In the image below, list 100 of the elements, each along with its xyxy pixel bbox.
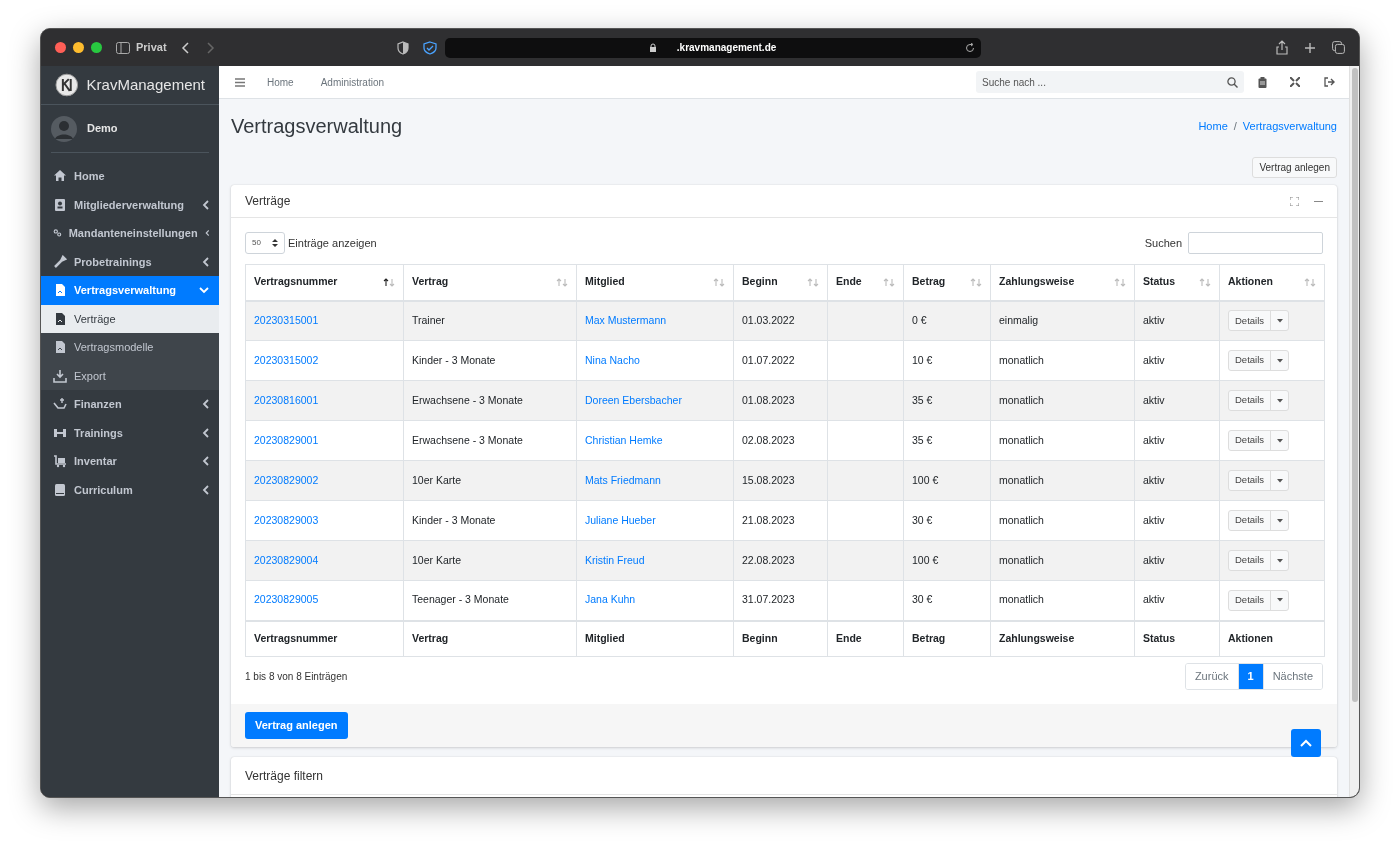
sidebar-item[interactable]: Home <box>41 162 219 191</box>
member-link[interactable]: Kristin Freud <box>585 553 645 566</box>
search-field[interactable]: Suche nach ... <box>976 71 1244 93</box>
column-footer: Vertragsnummer <box>254 631 338 644</box>
brand-name[interactable]: KravManagement <box>86 73 205 97</box>
table-cell: aktiv <box>1143 513 1165 526</box>
card-title: Verträge filtern <box>245 767 324 785</box>
column-footer: Status <box>1143 631 1176 644</box>
sidebar-item[interactable]: Mandanteneinstellungen <box>41 219 219 248</box>
sidebar-item[interactable]: Mitgliederverwaltung <box>41 190 219 219</box>
nav-link[interactable]: Administration <box>320 74 385 90</box>
table-cell: 31.07.2023 <box>742 593 795 606</box>
contract-number-link[interactable]: 20230829005 <box>254 593 319 606</box>
page-length-select[interactable]: 50 <box>245 232 285 254</box>
sort-caret-icon <box>272 239 278 247</box>
contract-number-link[interactable]: 20230829003 <box>254 513 319 526</box>
clipboard-icon <box>1258 76 1267 88</box>
table-cell: 10er Karte <box>412 553 462 566</box>
member-link[interactable]: Max Mustermann <box>585 313 667 326</box>
shield-icon <box>396 40 409 55</box>
sort-arrows-icon <box>1199 277 1211 287</box>
sidebar-toggle-icon <box>116 41 130 54</box>
chevron-left-icon <box>202 484 209 495</box>
sidebar-item[interactable]: Curriculum <box>41 475 219 504</box>
card-title: Verträge <box>245 193 291 210</box>
sidebar-subitem[interactable]: Export <box>41 361 219 390</box>
contract-number-link[interactable]: 20230829002 <box>254 473 319 486</box>
column-header[interactable]: Zahlungsweise <box>990 264 1135 301</box>
table-cell: monatlich <box>999 513 1044 526</box>
sidebar-item[interactable]: Probetrainings <box>41 247 219 276</box>
column-footer: Mitglied <box>585 631 625 644</box>
caret-down-icon <box>1276 518 1283 523</box>
table-cell: 35 € <box>912 433 933 446</box>
scroll-top-button[interactable] <box>1291 729 1321 757</box>
zoom-button[interactable] <box>91 42 102 53</box>
caret-down-icon <box>1276 598 1283 603</box>
pagination-button[interactable]: 1 <box>1237 664 1263 689</box>
member-link[interactable]: Juliane Hueber <box>585 513 656 526</box>
sidebar-item[interactable]: Inventar <box>41 447 219 476</box>
column-header[interactable]: Ende <box>827 264 904 301</box>
table-search-field[interactable] <box>1188 232 1323 254</box>
nav-link[interactable]: Home <box>267 74 294 90</box>
contract-number-link[interactable]: 20230315001 <box>254 313 319 326</box>
table-cell: aktiv <box>1143 433 1165 446</box>
create-contract-button[interactable]: Vertrag anlegen <box>245 712 348 739</box>
contract-number-link[interactable]: 20230315002 <box>254 353 319 366</box>
sort-arrows-icon <box>556 277 568 287</box>
scrollbar[interactable] <box>1349 66 1359 797</box>
user-name[interactable]: Demo <box>87 120 118 137</box>
column-header[interactable]: Beginn <box>733 264 828 301</box>
pagination-button[interactable]: Nächste <box>1262 664 1322 689</box>
page-title: Vertragsverwaltung <box>231 114 403 139</box>
sidebar-subitem[interactable]: Verträge <box>41 304 219 333</box>
create-contract-button[interactable]: Vertrag anlegen <box>1252 157 1337 178</box>
minimize-button[interactable] <box>73 42 84 53</box>
column-header[interactable]: Mitglied <box>576 264 734 301</box>
column-header[interactable]: Aktionen <box>1219 264 1325 301</box>
table-cell: monatlich <box>999 553 1044 566</box>
contract-number-link[interactable]: 20230816001 <box>254 393 319 406</box>
table-cell: monatlich <box>999 353 1044 366</box>
sidebar-subitem[interactable]: Vertragsmodelle <box>41 333 219 362</box>
table-cell: 30 € <box>912 513 933 526</box>
table-cell: aktiv <box>1143 553 1165 566</box>
member-link[interactable]: Nina Nacho <box>585 353 640 366</box>
sort-arrows-icon <box>1304 277 1316 287</box>
sort-arrows-icon <box>970 277 982 287</box>
close-button[interactable] <box>55 42 66 53</box>
table-cell: Teenager - 3 Monate <box>412 593 509 606</box>
table-cell: Erwachsene - 3 Monate <box>412 393 523 406</box>
member-link[interactable]: Doreen Ebersbacher <box>585 393 682 406</box>
sidebar-item[interactable]: Trainings <box>41 418 219 447</box>
contract-number-link[interactable]: 20230829001 <box>254 433 319 446</box>
sidebar-item[interactable]: Finanzen <box>41 390 219 419</box>
sort-arrows-icon <box>383 277 395 287</box>
search-icon <box>1227 76 1238 88</box>
home-icon <box>53 169 67 184</box>
column-header[interactable]: Status <box>1134 264 1220 301</box>
chevron-left-icon <box>202 456 209 467</box>
member-link[interactable]: Christian Hemke <box>585 433 663 446</box>
table-cell: 01.03.2022 <box>742 313 795 326</box>
table-cell: 02.08.2023 <box>742 433 795 446</box>
file-icon <box>53 340 67 355</box>
column-footer: Ende <box>836 631 862 644</box>
caret-down-icon <box>1276 478 1283 483</box>
column-header[interactable]: Vertragsnummer <box>245 264 404 301</box>
column-footer: Beginn <box>742 631 778 644</box>
table-cell: 100 € <box>912 473 939 486</box>
column-header[interactable]: Vertrag <box>403 264 577 301</box>
sidebar-item[interactable]: Vertragsverwaltung <box>41 276 219 305</box>
member-link[interactable]: Mats Friedmann <box>585 473 661 486</box>
file-icon <box>53 311 67 326</box>
contract-number-link[interactable]: 20230829004 <box>254 553 319 566</box>
column-header[interactable]: Betrag <box>903 264 991 301</box>
breadcrumb-link[interactable]: Vertragsverwaltung <box>1242 117 1337 135</box>
address-bar[interactable]: .kravmanagement.de <box>444 37 981 58</box>
table-cell: 01.07.2022 <box>742 353 795 366</box>
chevron-left-icon <box>204 228 209 239</box>
table-cell: 15.08.2023 <box>742 473 795 486</box>
breadcrumb-link[interactable]: Home <box>1198 117 1228 135</box>
member-link[interactable]: Jana Kuhn <box>585 593 636 606</box>
